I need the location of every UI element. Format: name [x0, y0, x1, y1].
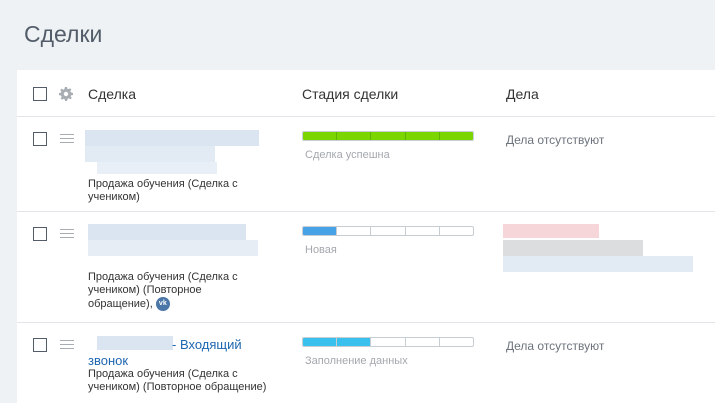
tasks-status: Дела отсутствуют [506, 133, 605, 147]
stage-progress-bar[interactable] [302, 226, 474, 236]
deal-subtitle: Продажа обучения (Сделка с учеником) [88, 178, 238, 203]
row-checkbox[interactable] [33, 132, 47, 146]
row-checkbox[interactable] [33, 227, 47, 241]
vk-icon[interactable]: vk [155, 297, 170, 311]
table-header: Сделка Стадия сделки Дела [17, 70, 715, 117]
deals-table: Сделка Стадия сделки Дела Продажа обучен… [17, 70, 715, 403]
column-header-tasks[interactable]: Дела [506, 86, 539, 102]
column-header-deal[interactable]: Сделка [88, 86, 136, 102]
stage-label: Новая [305, 244, 337, 256]
select-all-checkbox[interactable] [33, 87, 47, 101]
table-row[interactable]: Продажа обучения (Сделка с учеником) Сде… [17, 117, 715, 212]
row-checkbox[interactable] [33, 338, 47, 352]
deal-link[interactable]: - Входящий звонок [88, 337, 242, 368]
table-row[interactable]: - Входящий звонок Продажа обучения (Сдел… [17, 323, 715, 403]
stage-label: Заполнение данных [305, 355, 408, 367]
deal-subtitle: Продажа обучения (Сделка с учеником) (По… [88, 271, 238, 311]
drag-handle-icon[interactable] [60, 340, 74, 350]
stage-label: Сделка успешна [305, 149, 390, 161]
deal-subtitle: Продажа обучения (Сделка с учеником) (По… [88, 368, 267, 393]
page-title: Сделки [24, 21, 103, 47]
drag-handle-icon[interactable] [60, 229, 74, 239]
drag-handle-icon[interactable] [60, 134, 74, 144]
column-header-stage[interactable]: Стадия сделки [302, 86, 398, 102]
table-row[interactable]: Продажа обучения (Сделка с учеником) (По… [17, 212, 715, 323]
stage-progress-bar[interactable] [302, 131, 474, 141]
tasks-status: Дела отсутствуют [506, 339, 605, 353]
gear-icon[interactable] [59, 87, 73, 101]
stage-progress-bar[interactable] [302, 337, 474, 347]
